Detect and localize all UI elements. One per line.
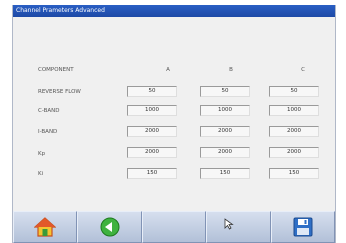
- home-button[interactable]: [13, 211, 78, 243]
- row-label-reverse-flow: REVERSE FLOW: [38, 89, 81, 95]
- bottom-toolbar: [13, 211, 335, 243]
- reverse-flow-c-field[interactable]: 50: [269, 86, 319, 97]
- back-button[interactable]: [77, 211, 142, 243]
- i-band-a-field[interactable]: 2000: [127, 126, 177, 137]
- kp-b-field[interactable]: 2000: [200, 147, 250, 158]
- empty-toolbar-button[interactable]: [141, 211, 207, 243]
- column-header-b: B: [229, 67, 233, 73]
- kp-a-field[interactable]: 2000: [127, 147, 177, 158]
- row-label-i-band: I-BAND: [38, 129, 58, 135]
- ki-c-field[interactable]: 150: [269, 168, 319, 179]
- column-header-c: C: [301, 67, 305, 73]
- ki-a-field[interactable]: 150: [127, 168, 177, 179]
- c-band-a-field[interactable]: 1000: [127, 105, 177, 116]
- ki-b-field[interactable]: 150: [200, 168, 250, 179]
- window-title: Channel Prameters Advanced: [13, 5, 335, 17]
- row-label-kp: Kp: [38, 151, 46, 157]
- c-band-b-field[interactable]: 1000: [200, 105, 250, 116]
- save-icon: [293, 217, 313, 237]
- reverse-flow-b-field[interactable]: 50: [200, 86, 250, 97]
- channel-parameters-window: Channel Prameters Advanced COMPONENT A B…: [12, 5, 336, 243]
- i-band-b-field[interactable]: 2000: [200, 126, 250, 137]
- mouse-cursor-icon: [224, 218, 234, 230]
- i-band-c-field[interactable]: 2000: [269, 126, 319, 137]
- column-header-a: A: [166, 67, 170, 73]
- row-label-ki: Ki: [38, 171, 44, 177]
- save-button[interactable]: [270, 211, 335, 243]
- home-icon: [34, 217, 57, 237]
- row-label-c-band: C-BAND: [38, 108, 60, 114]
- kp-c-field[interactable]: 2000: [269, 147, 319, 158]
- empty-toolbar-button[interactable]: [206, 211, 271, 243]
- back-arrow-icon: [100, 217, 120, 237]
- component-header: COMPONENT: [38, 67, 74, 73]
- reverse-flow-a-field[interactable]: 50: [127, 86, 177, 97]
- c-band-c-field[interactable]: 1000: [269, 105, 319, 116]
